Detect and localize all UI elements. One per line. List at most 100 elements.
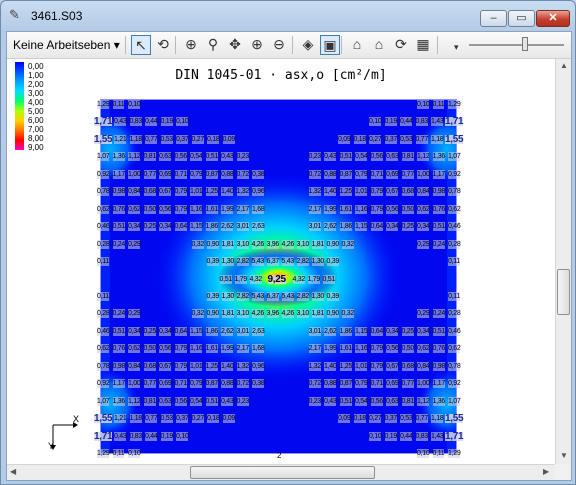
horizontal-scrollbar[interactable]: ◀ ▶ (7, 464, 555, 480)
scroll-down-arrow[interactable]: ▼ (560, 451, 568, 460)
value-label: 0,56 (370, 152, 383, 162)
view-3d-button[interactable]: ◈ (298, 35, 318, 55)
value-label: 1,61 (339, 204, 352, 214)
value-label: 0,09 (222, 414, 235, 424)
value-label: 0,83 (415, 117, 428, 127)
scroll-right-arrow[interactable]: ▶ (543, 467, 549, 476)
scroll-up-arrow[interactable]: ▲ (560, 61, 568, 70)
zoom-slider-thumb[interactable] (522, 37, 528, 51)
workplane-select[interactable]: Keine Arbeitseben ▾ (13, 36, 120, 54)
value-label: 0,43 (114, 431, 127, 441)
value-label: 0,23 (236, 152, 249, 162)
view-house-button[interactable]: ⌂ (347, 35, 367, 55)
zoom-window-button[interactable]: ⊕ (181, 35, 201, 55)
horizontal-scroll-thumb[interactable] (190, 466, 375, 479)
value-label: 0,11 (112, 100, 125, 109)
value-label: 0,53 (400, 414, 413, 424)
value-label: 1,40 (221, 361, 234, 371)
value-label: 1,99 (324, 204, 337, 214)
value-label: 4,26 (281, 309, 294, 319)
pan-button[interactable]: ✥ (225, 35, 245, 55)
value-label: 0,76 (112, 344, 125, 354)
value-label: 1,32 (236, 361, 249, 371)
value-label: 0,39 (326, 291, 339, 301)
value-label: 1,15 (190, 326, 203, 336)
value-label: 0,46 (97, 222, 110, 232)
value-label: 1,21 (114, 134, 127, 144)
minimize-button[interactable]: – (480, 10, 507, 27)
value-label: 4,32 (292, 274, 305, 284)
value-label: 3,10 (296, 239, 309, 249)
value-label: 0,10 (176, 431, 189, 441)
grid-button[interactable]: ▦ (413, 35, 433, 55)
value-label: 1,00 (128, 379, 141, 389)
value-label: 0,68 (143, 187, 156, 197)
value-label: 0,43 (221, 152, 234, 162)
value-label: 0,62 (128, 204, 141, 214)
value-label: 1,43 (431, 117, 444, 127)
value-label: 0,79 (370, 204, 383, 214)
value-label: 0,77 (401, 379, 414, 389)
value-label: 0,46 (97, 326, 110, 336)
vertical-scroll-thumb[interactable] (557, 269, 570, 315)
zoom-slider-track[interactable] (469, 44, 564, 46)
value-label: 1,01 (355, 187, 368, 197)
value-label: 0,77 (415, 414, 428, 424)
value-label: 0,90 (206, 309, 219, 319)
title-bar[interactable]: ✎ 3461.S03 – ▭ ✕ (1, 1, 575, 29)
value-label: 0,39 (326, 257, 339, 267)
value-label: 0,34 (159, 326, 172, 336)
value-label: 0,37 (176, 134, 189, 144)
value-label: 0,50 (143, 344, 156, 354)
toolbar-overflow-icon[interactable]: ▾ (454, 42, 459, 53)
plot-canvas[interactable]: 0,00 1,00 2,00 3,00 4,00 5,00 6,00 7,00 8,00 9,00… (7, 59, 555, 464)
value-label: 1,01 (190, 187, 203, 197)
scroll-left-arrow[interactable]: ◀ (10, 467, 16, 476)
value-label: 1,18 (431, 414, 444, 424)
value-label: 1,15 (355, 326, 368, 336)
vertical-scrollbar[interactable]: ▲ ▼ (555, 59, 571, 464)
peak-value-label: 9,25 (267, 273, 286, 285)
zoom-in-button[interactable]: ⊕ (247, 35, 267, 55)
value-label: 1,12 (128, 396, 141, 406)
value-label: 1,17 (112, 169, 125, 179)
value-label: 0,81 (143, 152, 156, 162)
view-house2-button[interactable]: ⌂ (369, 35, 389, 55)
value-label: 0,78 (448, 361, 461, 371)
value-label: 1,55 (94, 413, 113, 425)
value-label: 0,38 (252, 169, 265, 179)
value-label: 0,98 (112, 361, 125, 371)
value-label: 0,11 (97, 291, 109, 301)
rotate-view-button[interactable]: ⟲ (153, 35, 173, 55)
zoom-button[interactable]: ⚲ (203, 35, 223, 55)
maximize-button[interactable]: ▭ (508, 10, 535, 27)
close-button[interactable]: ✕ (536, 10, 570, 27)
value-label: 4,26 (281, 239, 294, 249)
view-top-button[interactable]: ▣ (320, 35, 340, 55)
value-label: 1,29 (97, 100, 110, 109)
refresh-button[interactable]: ⟳ (391, 35, 411, 55)
value-label: 1,16 (355, 204, 368, 214)
value-label: 1,17 (432, 169, 445, 179)
value-label: 0,24 (112, 239, 125, 249)
value-label: 0,11 (97, 257, 109, 267)
value-label: 1,68 (252, 204, 265, 214)
value-label: 0,72 (308, 169, 321, 179)
value-label: 1,86 (205, 222, 218, 232)
value-label: 0,79 (174, 361, 187, 371)
document-area: Keine Arbeitseben ▾ ↖ ⟲ ⊕ ⚲ ✥ ⊕ ⊖ ◈ ▣ ⌂ ⌂ ⟳ ▦ ▾ 0,00 1… (6, 31, 572, 481)
value-label: 0,68 (401, 187, 414, 197)
value-label: 0,83 (129, 431, 142, 441)
zoom-out-button[interactable]: ⊖ (269, 35, 289, 55)
value-label: 1,25 (205, 187, 218, 197)
value-label: 0,43 (114, 117, 127, 127)
value-label: 1,18 (431, 134, 444, 144)
legend-label: 9,00 (28, 143, 44, 152)
value-label: 0,38 (252, 379, 265, 389)
toolbar-separator (292, 36, 293, 54)
value-label: 5,43 (281, 291, 294, 301)
select-pointer-button[interactable]: ↖ (131, 35, 151, 55)
value-label: 0,19 (160, 117, 173, 127)
value-label: 0,25 (401, 222, 414, 232)
value-label: 0,18 (353, 414, 366, 424)
